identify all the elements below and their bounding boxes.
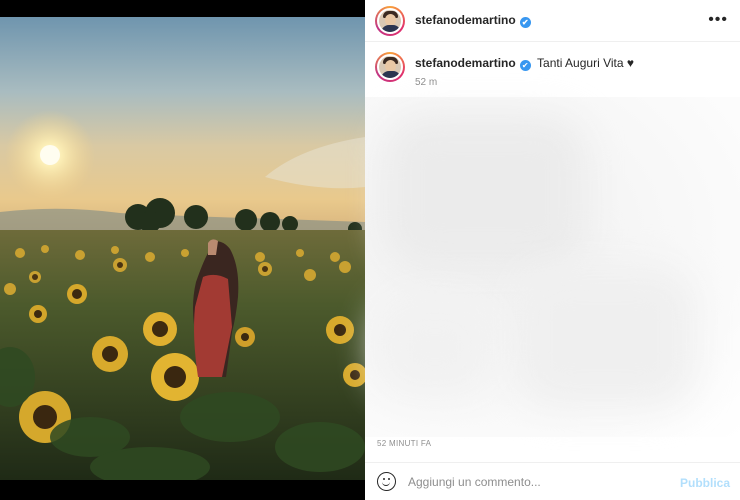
instagram-post-view: stefanodemartino ✔ ••• stefanodemartino ✔ … (0, 0, 740, 500)
comments-area-blurred (365, 97, 740, 437)
publish-button[interactable]: Pubblica (680, 476, 730, 490)
caption-avatar[interactable] (375, 52, 405, 82)
emoji-icon[interactable] (377, 472, 396, 491)
comment-bar: Pubblica (365, 462, 740, 500)
avatar-image (377, 7, 403, 34)
post-header: stefanodemartino ✔ ••• (365, 0, 740, 42)
caption-row: stefanodemartino ✔ Tanti Auguri Vita ♥ 52… (365, 42, 740, 97)
caption-username[interactable]: stefanodemartino (415, 56, 516, 70)
more-options-icon[interactable]: ••• (708, 11, 728, 29)
caption-avatar-image (377, 54, 403, 80)
caption-time[interactable]: 52 m (415, 75, 634, 91)
verified-badge-icon: ✔ (519, 17, 531, 28)
caption-verified-badge-icon: ✔ (519, 60, 531, 71)
avatar[interactable] (375, 5, 405, 36)
post-photo[interactable] (0, 17, 365, 480)
caption-text: Tanti Auguri Vita ♥ (537, 56, 634, 70)
caption: stefanodemartino ✔ Tanti Auguri Vita ♥ 52… (415, 55, 634, 97)
post-side-panel: stefanodemartino ✔ ••• stefanodemartino ✔ … (365, 0, 740, 500)
posted-time[interactable]: 52 MINUTI FA (377, 439, 431, 448)
sunflower-field-image (0, 17, 365, 480)
photo-pane (0, 0, 365, 500)
comment-input[interactable] (408, 474, 678, 489)
header-username[interactable]: stefanodemartino ✔ (415, 13, 531, 28)
